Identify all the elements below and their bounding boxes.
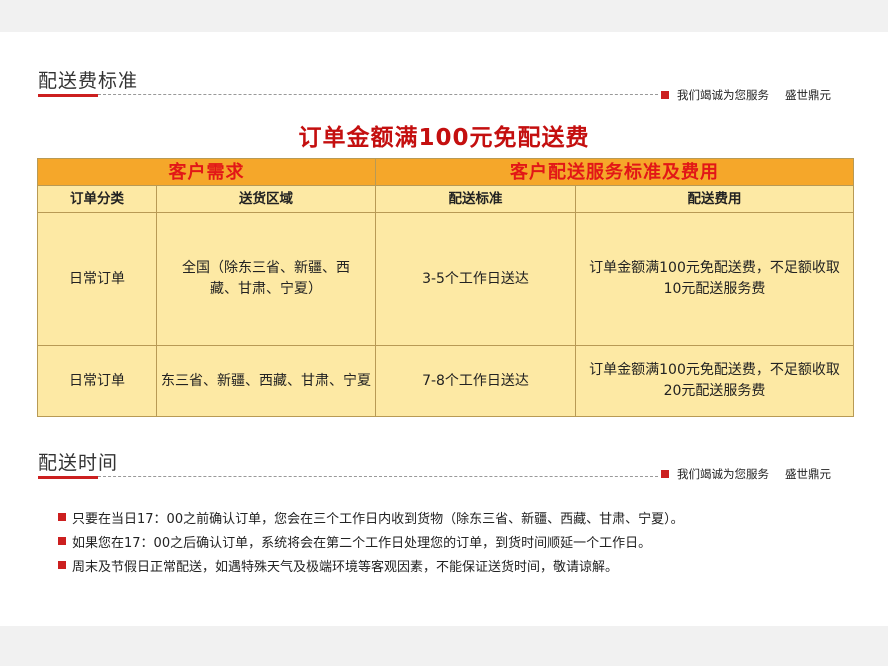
bullet-square-icon bbox=[58, 537, 66, 545]
note-text: 如果您在17：00之后确认订单，系统将会在第二个工作日处理您的订单，到货时间顺延… bbox=[72, 535, 652, 551]
page: 配送费标准 我们竭诚为您服务 盛世鼎元 订单金额满100元免配送费 客户需求 客… bbox=[0, 32, 888, 626]
brand-text: 盛世鼎元 bbox=[785, 467, 831, 481]
list-item: 周末及节假日正常配送，如遇特殊天气及极端环境等客观因素，不能保证送货时间，敬请谅… bbox=[58, 553, 858, 577]
slogan-text: 我们竭诚为您服务 bbox=[677, 88, 769, 102]
cell-standard: 3-5个工作日送达 bbox=[375, 212, 576, 346]
section-slogan: 我们竭诚为您服务 盛世鼎元 bbox=[661, 466, 831, 482]
main-title: 订单金额满100元免配送费 bbox=[298, 125, 590, 151]
cell-standard: 7-8个工作日送达 bbox=[375, 345, 576, 417]
cell-fee: 订单金额满100元免配送费，不足额收取10元配送服务费 bbox=[575, 212, 854, 346]
section-slogan: 我们竭诚为您服务 盛世鼎元 bbox=[661, 87, 831, 103]
cell-category: 日常订单 bbox=[37, 212, 157, 346]
cell-category: 日常订单 bbox=[37, 345, 157, 417]
table-column-header-row: 订单分类 送货区域 配送标准 配送费用 bbox=[37, 185, 854, 213]
bullet-square-icon bbox=[58, 513, 66, 521]
column-header-standard: 配送标准 bbox=[375, 185, 576, 213]
note-text: 周末及节假日正常配送，如遇特殊天气及极端环境等客观因素，不能保证送货时间，敬请谅… bbox=[72, 559, 619, 575]
bullet-square-icon bbox=[58, 561, 66, 569]
section-divider bbox=[98, 94, 658, 95]
group-header-service-standard: 客户配送服务标准及费用 bbox=[375, 158, 854, 186]
table-row: 日常订单 全国（除东三省、新疆、西藏、甘肃、宁夏） 3-5个工作日送达 订单金额… bbox=[37, 212, 854, 346]
note-text: 只要在当日17：00之前确认订单，您会在三个工作日内收到货物（除东三省、新疆、西… bbox=[72, 511, 684, 527]
slogan-text: 我们竭诚为您服务 bbox=[677, 467, 769, 481]
list-item: 如果您在17：00之后确认订单，系统将会在第二个工作日处理您的订单，到货时间顺延… bbox=[58, 529, 858, 553]
section-divider bbox=[98, 476, 658, 477]
section-title-underline bbox=[38, 476, 98, 479]
red-square-icon bbox=[661, 91, 669, 99]
group-header-customer-needs: 客户需求 bbox=[37, 158, 376, 186]
column-header-category: 订单分类 bbox=[37, 185, 157, 213]
brand-text: 盛世鼎元 bbox=[785, 88, 831, 102]
fee-table: 客户需求 客户配送服务标准及费用 订单分类 送货区域 配送标准 配送费用 日常订… bbox=[37, 158, 854, 417]
list-item: 只要在当日17：00之前确认订单，您会在三个工作日内收到货物（除东三省、新疆、西… bbox=[58, 505, 858, 529]
table-row: 日常订单 东三省、新疆、西藏、甘肃、宁夏 7-8个工作日送达 订单金额满100元… bbox=[37, 345, 854, 417]
column-header-area: 送货区域 bbox=[156, 185, 376, 213]
cell-area: 东三省、新疆、西藏、甘肃、宁夏 bbox=[156, 345, 376, 417]
cell-fee: 订单金额满100元免配送费，不足额收取20元配送服务费 bbox=[575, 345, 854, 417]
section-title-fee-standard: 配送费标准 bbox=[38, 70, 139, 92]
section-title-underline bbox=[38, 94, 98, 97]
table-group-header-row: 客户需求 客户配送服务标准及费用 bbox=[37, 158, 854, 186]
column-header-fee: 配送费用 bbox=[575, 185, 854, 213]
cell-area: 全国（除东三省、新疆、西藏、甘肃、宁夏） bbox=[156, 212, 376, 346]
delivery-notes-list: 只要在当日17：00之前确认订单，您会在三个工作日内收到货物（除东三省、新疆、西… bbox=[58, 505, 858, 577]
section-title-delivery-time: 配送时间 bbox=[38, 452, 119, 474]
red-square-icon bbox=[661, 470, 669, 478]
